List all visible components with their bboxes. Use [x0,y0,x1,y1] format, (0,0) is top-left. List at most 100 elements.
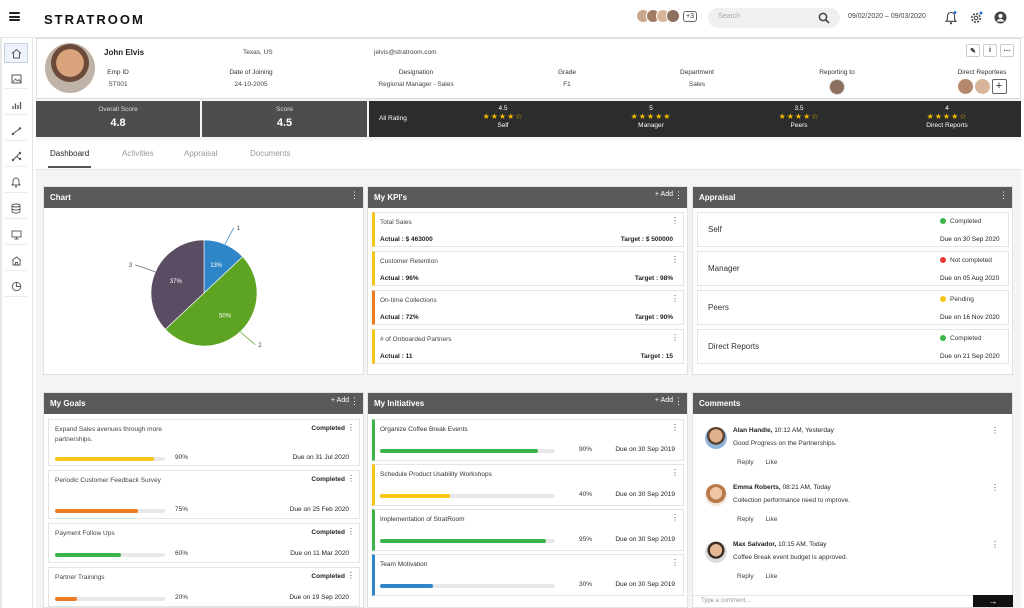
date-range[interactable]: 09/02/2020 – 09/03/2020 [848,13,926,20]
reply-button[interactable]: Reply [737,516,754,523]
bell-icon[interactable] [945,11,957,25]
leader-line [240,331,256,346]
line-icon[interactable] [4,121,28,141]
kpi-item[interactable]: On-time Collections ⋮ Actual : 72% Target … [372,290,684,325]
building-icon[interactable] [4,251,28,271]
add-reportee-button[interactable]: + [991,79,1007,94]
profile-location: Texas, US [243,49,273,56]
more-icon[interactable]: ⋮ [671,217,679,225]
share-icon[interactable] [4,147,28,167]
send-button[interactable]: → [973,595,1013,607]
user-icon[interactable] [994,11,1007,24]
slice-value-label: 37% [170,279,183,285]
image-icon[interactable] [4,69,28,89]
all-rating: All Rating 4.5 ★★★★☆ Self 5 ★★★★★ Manager 3.… [369,101,1021,137]
more-icon[interactable]: ⋯ [1000,44,1014,57]
stars-icon: ★★★★☆ [778,112,820,121]
monitor-icon[interactable] [4,225,28,245]
rating-self: 4.5 ★★★★☆ Self [463,105,543,129]
goal-item[interactable]: Partner Trainings Completed ⋮ 20% Due on 19… [48,567,360,607]
field-department: Department Sales [680,69,714,88]
kpi-item[interactable]: Total Sales ⋮ Actual : $ 463000 Target : $… [372,212,684,247]
goal-item[interactable]: Periodic Customer Feedback Survey Complet… [48,470,360,519]
more-icon[interactable]: ⋮ [350,191,359,200]
more-icon[interactable]: ⋮ [674,397,683,406]
initiative-item[interactable]: Implementation of StratRoom ⋮ 95% Due on 3… [372,509,684,551]
stars-icon: ★★★★☆ [482,112,524,121]
initiative-item[interactable]: Organize Coffee Break Events ⋮ 90% Due on … [372,419,684,461]
tab-dashboard[interactable]: Dashboard [47,149,92,168]
more-icon[interactable]: ⋮ [347,572,355,580]
avatar[interactable] [974,79,990,94]
add-initiative-button[interactable]: + Add [655,397,673,404]
slice-value-label: 50% [219,313,232,319]
like-button[interactable]: Like [765,459,777,466]
like-button[interactable]: Like [765,573,777,580]
more-icon[interactable]: ⋮ [347,475,355,483]
more-icon[interactable]: ⋮ [671,424,679,432]
panel-title: My Initiatives [374,399,425,408]
more-icon[interactable]: ⋮ [671,256,679,264]
profile-email[interactable]: jelvis@stratroom.com [374,49,437,56]
appraisal-item[interactable]: Self Completed Due on 30 Sep 2020 [697,212,1009,247]
initiative-item[interactable]: Team Motivation ⋮ 30% Due on 30 Sep 2019 [372,554,684,596]
participants-avatars[interactable]: +3 [636,9,697,23]
info-icon[interactable]: i [983,44,997,57]
reply-button[interactable]: Reply [737,573,754,580]
search-input[interactable]: Search [708,8,840,28]
score: Score 4.5 [202,101,367,137]
more-icon[interactable]: ⋮ [350,397,359,406]
database-icon[interactable] [4,199,28,219]
avatar[interactable] [957,79,973,94]
tab-activities[interactable]: Activities [122,149,154,158]
manager-avatar[interactable] [829,79,845,95]
more-icon[interactable]: ⋮ [671,469,679,477]
kpi-item[interactable]: # of Onboarded Partners ⋮ Actual : 11 Targ… [372,329,684,364]
bar-chart-icon[interactable] [4,95,28,115]
bell-icon[interactable] [4,173,28,193]
more-icon[interactable]: ⋮ [674,191,683,200]
tab-documents[interactable]: Documents [250,149,290,158]
chart-panel: Chart ⋮ 13% 1 50% 2 37% 3 [43,186,364,375]
slice-category-label: 2 [258,343,262,349]
more-icon[interactable]: ⋮ [347,528,355,536]
stars-icon: ★★★★★ [630,112,672,121]
status-dot [940,218,946,224]
menu-icon[interactable] [9,12,20,21]
more-icon[interactable]: ⋮ [671,334,679,342]
appraisal-item[interactable]: Manager Not completed Due on 05 Aug 2020 [697,251,1009,286]
status-dot [940,335,946,341]
add-goal-button[interactable]: + Add [331,397,349,404]
more-icon[interactable]: ⋮ [999,191,1008,200]
comment-item: Max Salvador, 10:15 AM, Today Coffee Bre… [697,537,1009,589]
more-participants-badge[interactable]: +3 [683,10,697,22]
add-kpi-button[interactable]: + Add [655,191,673,198]
like-button[interactable]: Like [765,516,777,523]
goal-item[interactable]: Payment Follow Ups Completed ⋮ 60% Due on 1… [48,523,360,563]
search-icon[interactable] [818,12,830,24]
comment-input[interactable]: Type a comment... → [693,595,1013,607]
more-icon[interactable]: ⋮ [671,559,679,567]
pie-icon[interactable] [4,277,28,297]
settings-icon[interactable] [969,11,983,25]
goal-item[interactable]: Expand Sales avenues through more partne… [48,419,360,466]
more-icon[interactable]: ⋮ [347,424,355,432]
appraisal-item[interactable]: Direct Reports Completed Due on 21 Sep 2… [697,329,1009,364]
reply-button[interactable]: Reply [737,459,754,466]
home-icon[interactable] [4,43,28,63]
more-icon[interactable]: ⋮ [991,484,999,492]
initiative-item[interactable]: Schedule Product Usability Workshops ⋮ 40… [372,464,684,506]
tab-appraisal[interactable]: Appraisal [184,149,217,158]
avatar [705,541,727,563]
more-icon[interactable]: ⋮ [991,541,999,549]
sidebar [0,38,33,608]
stars-icon: ★★★★☆ [926,112,968,121]
score-bar: Overall Score 4.8 Score 4.5 All Rating 4.5… [36,101,1021,137]
kpi-item[interactable]: Customer Retention ⋮ Actual : 96% Target :… [372,251,684,286]
more-icon[interactable]: ⋮ [991,427,999,435]
appraisal-item[interactable]: Peers Pending Due on 16 Nov 2020 [697,290,1009,325]
edit-icon[interactable]: ✎ [966,44,980,57]
more-icon[interactable]: ⋮ [671,295,679,303]
field-date-of-joining: Date of Joining 24-10-2005 [229,69,273,88]
more-icon[interactable]: ⋮ [671,514,679,522]
